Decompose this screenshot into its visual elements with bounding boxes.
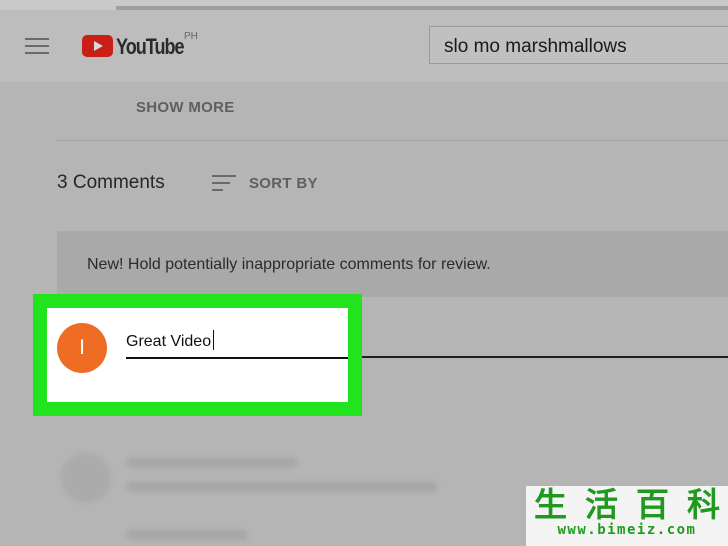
comment-input-underline [126, 357, 348, 359]
masthead: YouTube PH slo mo marshmallows [0, 0, 728, 82]
browser-edge [0, 0, 728, 10]
watermark-char: 活 [585, 485, 618, 524]
sort-by-button[interactable]: SORT BY [249, 175, 318, 192]
blurred-comment-author [127, 458, 297, 468]
logo-text: YouTube [116, 34, 185, 59]
search-input[interactable]: slo mo marshmallows [429, 26, 728, 64]
avatar[interactable]: I [57, 323, 107, 373]
watermark: 生 活 百 科 www.bimeiz.com [526, 486, 728, 546]
highlight-box: I Great Video [33, 294, 362, 416]
comment-input-value: Great Video [126, 333, 212, 350]
logo-country-code: PH [184, 31, 198, 42]
watermark-char: 百 [636, 485, 669, 524]
sort-icon[interactable] [212, 174, 236, 192]
search-input-value: slo mo marshmallows [444, 36, 627, 57]
comment-input-underline-extension [347, 356, 728, 358]
youtube-play-icon [82, 35, 113, 57]
blurred-comment-actions [127, 530, 247, 540]
watermark-chars: 生 活 百 科 [528, 485, 726, 524]
comment-compose: I Great Video [47, 308, 348, 402]
comments-count: 3 Comments [57, 172, 165, 193]
section-divider [57, 140, 728, 141]
show-more-button[interactable]: SHOW MORE [136, 99, 235, 116]
hamburger-menu-icon[interactable] [25, 38, 49, 55]
blurred-comment-avatar [61, 453, 111, 503]
watermark-url: www.bimeiz.com [557, 522, 697, 538]
watermark-char: 生 [534, 485, 567, 524]
watermark-char: 科 [687, 485, 720, 524]
youtube-logo[interactable]: YouTube PH [82, 31, 212, 62]
browser-address-edge [116, 6, 728, 10]
notice-text: New! Hold potentially inappropriate comm… [87, 256, 491, 273]
moderation-notice: New! Hold potentially inappropriate comm… [57, 231, 728, 297]
comment-input[interactable]: Great Video [126, 330, 356, 352]
blurred-comment-text [127, 482, 437, 492]
text-caret [213, 330, 215, 350]
